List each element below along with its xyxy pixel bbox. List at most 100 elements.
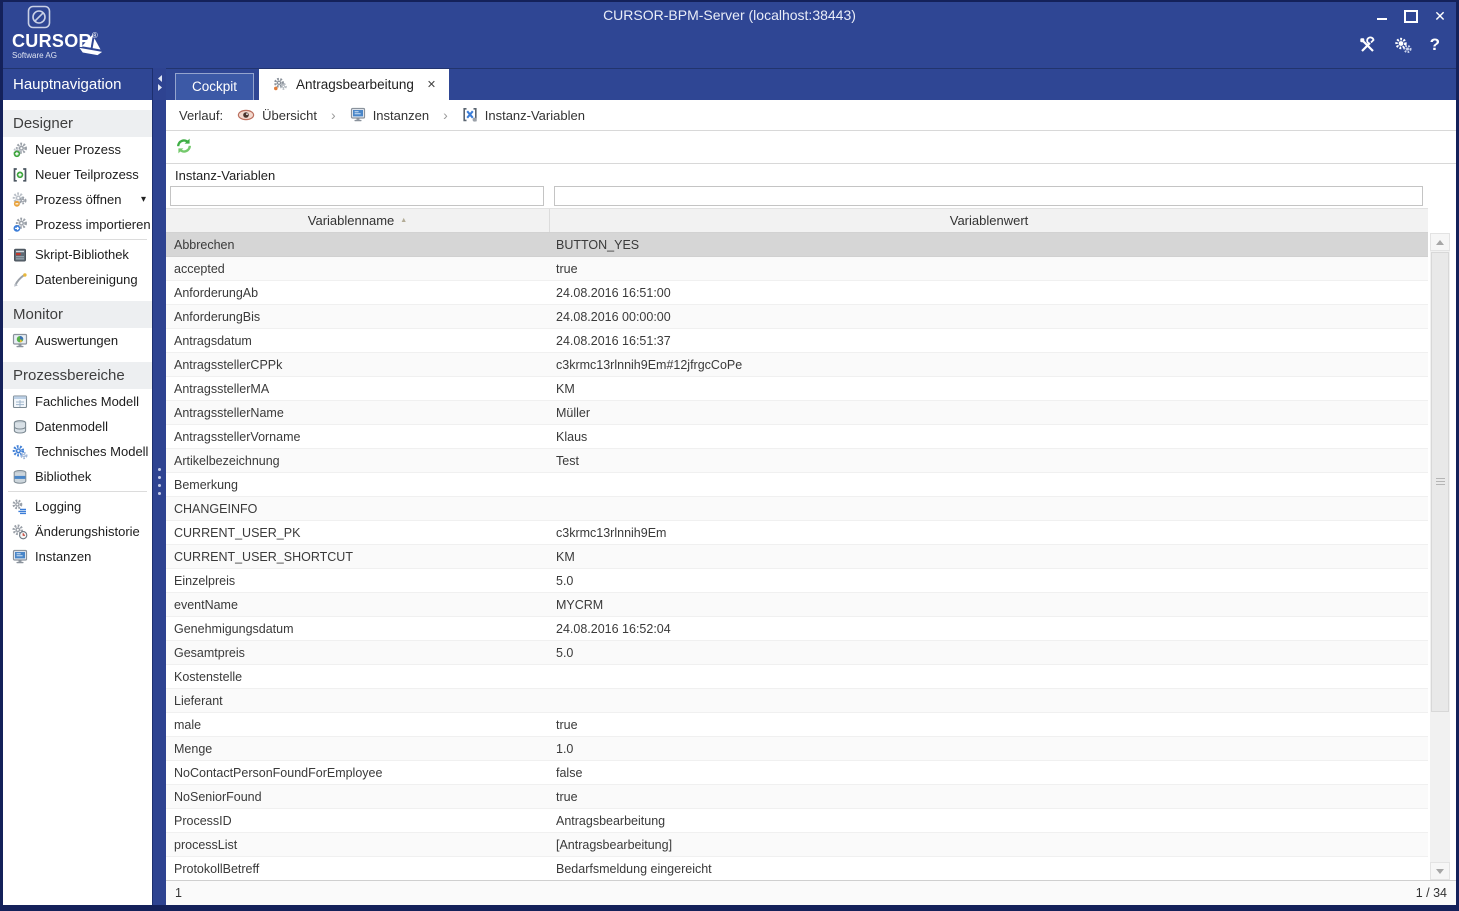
status-bar: 1 1 / 34	[166, 880, 1456, 905]
table-row[interactable]: NoSeniorFoundtrue	[166, 785, 1428, 809]
table-caption: Instanz-Variablen	[175, 168, 275, 183]
sidebar-item-prozess-importieren[interactable]: Prozess importieren	[3, 212, 152, 237]
settings-gears-icon[interactable]	[1394, 36, 1413, 55]
table-row[interactable]: acceptedtrue	[166, 257, 1428, 281]
cell-variablenname: Abbrechen	[166, 238, 550, 252]
table-row[interactable]: AntragsstellerNameMüller	[166, 401, 1428, 425]
cell-variablenwert: 5.0	[550, 646, 1428, 660]
table-header: Variablenname ▲ Variablenwert	[166, 208, 1428, 233]
cell-variablenwert: c3krmc13rlnnih9Em#12jfrgcCoPe	[550, 358, 1428, 372]
gear-open-icon	[12, 192, 28, 208]
sidebar-item-aenderungshistorie[interactable]: Änderungshistorie	[3, 519, 152, 544]
cell-variablenname: Bemerkung	[166, 478, 550, 492]
column-header-label: Variablenname	[308, 213, 394, 228]
cell-variablenname: CHANGEINFO	[166, 502, 550, 516]
table-row[interactable]: CHANGEINFO	[166, 497, 1428, 521]
cell-variablenname: CURRENT_USER_PK	[166, 526, 550, 540]
sidebar-item-label: Datenmodell	[35, 419, 108, 434]
table-row[interactable]: AbbrechenBUTTON_YES	[166, 233, 1428, 257]
sidebar-item-label: Prozess importieren	[35, 217, 151, 232]
sidebar-item-instanzen[interactable]: Instanzen	[3, 544, 152, 569]
sort-ascending-icon: ▲	[400, 217, 407, 224]
column-header-variablenwert[interactable]: Variablenwert	[550, 209, 1428, 232]
table-row[interactable]: ProcessIDAntragsbearbeitung	[166, 809, 1428, 833]
maximize-button[interactable]	[1403, 8, 1419, 24]
sidebar-item-label: Bibliothek	[35, 469, 91, 484]
app-icon	[27, 5, 51, 29]
table-row[interactable]: eventNameMYCRM	[166, 593, 1428, 617]
help-icon[interactable]: ?	[1430, 35, 1440, 55]
sidebar-splitter[interactable]	[152, 68, 166, 905]
table-row[interactable]: AntragsstellerMAKM	[166, 377, 1428, 401]
scroll-up-icon[interactable]	[1430, 233, 1450, 251]
sidebar-item-technisches-modell[interactable]: Technisches Modell	[3, 439, 152, 464]
table-row[interactable]: processList[Antragsbearbeitung]	[166, 833, 1428, 857]
process-gear-icon	[272, 77, 288, 93]
table-row[interactable]: ProtokollBetreffBedarfsmeldung eingereic…	[166, 857, 1428, 880]
vertical-scrollbar[interactable]	[1430, 233, 1450, 880]
table-row[interactable]: AntragsstellerCPPkc3krmc13rlnnih9Em#12jf…	[166, 353, 1428, 377]
cell-variablenname: Lieferant	[166, 694, 550, 708]
scrollbar-thumb[interactable]	[1431, 252, 1449, 712]
table-row[interactable]: Bemerkung	[166, 473, 1428, 497]
table-row[interactable]: AnforderungBis24.08.2016 00:00:00	[166, 305, 1428, 329]
table-row[interactable]: ArtikelbezeichnungTest	[166, 449, 1428, 473]
table-row[interactable]: maletrue	[166, 713, 1428, 737]
scroll-down-icon[interactable]	[1430, 862, 1450, 880]
filter-variablenname-input[interactable]	[170, 186, 544, 206]
splitter-collapse-icon[interactable]	[156, 74, 164, 97]
tab-label: Antragsbearbeitung	[296, 77, 414, 92]
sidebar-item-label: Neuer Teilprozess	[35, 167, 139, 182]
sidebar-item-label: Logging	[35, 499, 81, 514]
filter-variablenwert-input[interactable]	[554, 186, 1423, 206]
table-row[interactable]: Antragsdatum24.08.2016 16:51:37	[166, 329, 1428, 353]
tab-cockpit[interactable]: Cockpit	[175, 73, 254, 100]
cell-variablenwert: Klaus	[550, 430, 1428, 444]
sidebar-item-neuer-prozess[interactable]: Neuer Prozess	[3, 137, 152, 162]
table-row[interactable]: Gesamtpreis5.0	[166, 641, 1428, 665]
cell-variablenname: Genehmigungsdatum	[166, 622, 550, 636]
table-row[interactable]: Kostenstelle	[166, 665, 1428, 689]
table-row[interactable]: NoContactPersonFoundForEmployeefalse	[166, 761, 1428, 785]
cell-variablenname: eventName	[166, 598, 550, 612]
table-row[interactable]: AnforderungAb24.08.2016 16:51:00	[166, 281, 1428, 305]
cell-variablenwert: Müller	[550, 406, 1428, 420]
breadcrumb-item-instanz-variablen[interactable]: Instanz-Variablen	[462, 107, 585, 123]
breadcrumb-item-uebersicht[interactable]: Übersicht	[237, 108, 317, 123]
sidebar-item-fachliches-modell[interactable]: Fachliches Modell	[3, 389, 152, 414]
tab-antragsbearbeitung[interactable]: Antragsbearbeitung ✕	[259, 69, 449, 100]
sidebar-item-logging[interactable]: Logging	[3, 494, 152, 519]
close-tab-icon[interactable]: ✕	[427, 78, 436, 91]
sidebar-item-bibliothek[interactable]: Bibliothek	[3, 464, 152, 489]
sidebar-item-neuer-teilprozess[interactable]: Neuer Teilprozess	[3, 162, 152, 187]
sidebar-item-label: Auswertungen	[35, 333, 118, 348]
sidebar-item-datenmodell[interactable]: Datenmodell	[3, 414, 152, 439]
table-row[interactable]: Genehmigungsdatum24.08.2016 16:52:04	[166, 617, 1428, 641]
minimize-button[interactable]	[1374, 8, 1390, 24]
table-row[interactable]: Einzelpreis5.0	[166, 569, 1428, 593]
cell-variablenname: processList	[166, 838, 550, 852]
table-row[interactable]: CURRENT_USER_SHORTCUTKM	[166, 545, 1428, 569]
table-row[interactable]: Lieferant	[166, 689, 1428, 713]
breadcrumb: Verlauf: Übersicht›Instanzen›Instanz-Var…	[166, 100, 1456, 131]
sidebar-section-monitor: Monitor	[3, 301, 152, 328]
gear-import-icon	[12, 217, 28, 233]
table-row[interactable]: Menge1.0	[166, 737, 1428, 761]
refresh-button[interactable]	[174, 137, 194, 157]
cell-variablenname: Kostenstelle	[166, 670, 550, 684]
monitor-chart-icon	[12, 333, 28, 349]
table-row[interactable]: CURRENT_USER_PKc3krmc13rlnnih9Em	[166, 521, 1428, 545]
sidebar-item-prozess-oeffnen[interactable]: Prozess öffnen ▾	[3, 187, 152, 212]
sidebar-item-label: Prozess öffnen	[35, 192, 121, 207]
dropdown-caret-icon[interactable]: ▾	[141, 194, 146, 205]
cell-variablenname: Menge	[166, 742, 550, 756]
column-header-variablenname[interactable]: Variablenname ▲	[166, 209, 550, 232]
table-row[interactable]: AntragsstellerVornameKlaus	[166, 425, 1428, 449]
sidebar-item-datenbereinigung[interactable]: Datenbereinigung	[3, 267, 152, 292]
breadcrumb-item-instanzen[interactable]: Instanzen	[350, 107, 429, 123]
sidebar-item-skript-bibliothek[interactable]: Skript-Bibliothek	[3, 242, 152, 267]
sidebar-item-auswertungen[interactable]: Auswertungen	[3, 328, 152, 353]
tools-icon[interactable]	[1358, 36, 1377, 55]
close-button[interactable]: ✕	[1432, 8, 1448, 24]
window-controls: ✕	[1374, 8, 1448, 24]
